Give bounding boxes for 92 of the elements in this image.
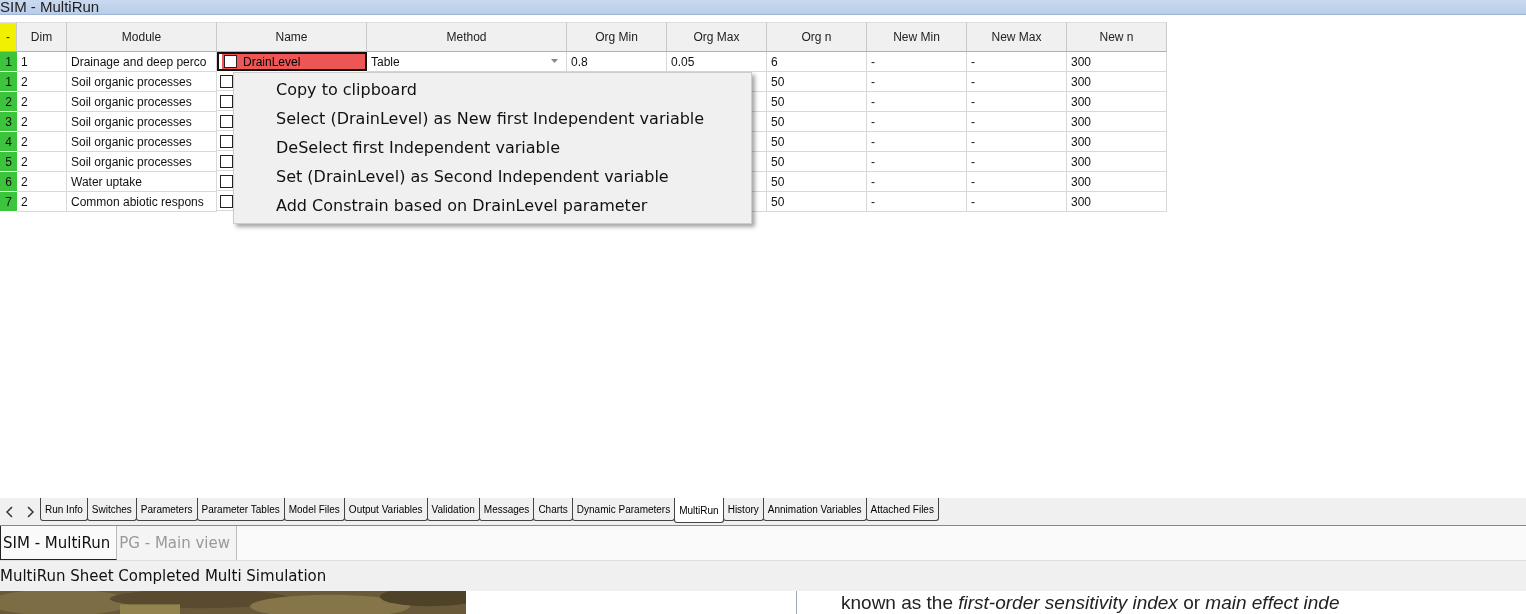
table-cell: Soil organic processes — [67, 72, 217, 92]
table-cell: Drainage and deep perco — [67, 52, 217, 72]
row-number[interactable]: 4 — [0, 132, 17, 152]
sheet-tab[interactable]: Run Info — [40, 498, 88, 521]
table-cell: - — [967, 112, 1067, 132]
row-number[interactable]: 6 — [0, 172, 17, 192]
row-number[interactable]: 1 — [0, 52, 17, 72]
table-cell: - — [867, 112, 967, 132]
table-cell: - — [867, 192, 967, 212]
table-cell: - — [967, 72, 1067, 92]
document-text: known as the first-order sensitivity index or main effect inde — [841, 591, 1340, 614]
table-cell: 300 — [1067, 92, 1167, 112]
table-cell: 50 — [767, 152, 867, 172]
row-number[interactable]: 3 — [0, 112, 17, 132]
row-number[interactable]: 1 — [0, 72, 17, 92]
table-cell: 300 — [1067, 112, 1167, 132]
window-tab[interactable]: SIM - MultiRun — [0, 526, 118, 560]
table-cell: Soil organic processes — [67, 112, 217, 132]
sheet-tab[interactable]: Attached Files — [865, 498, 939, 521]
checkbox[interactable] — [224, 55, 237, 68]
table-cell: 300 — [1067, 52, 1167, 72]
scroll-right-icon[interactable] — [26, 506, 34, 518]
menu-item[interactable]: Select (DrainLevel) as New first Independent variable — [234, 105, 751, 132]
checkbox[interactable] — [220, 114, 233, 128]
checkbox[interactable] — [220, 74, 233, 88]
menu-item[interactable]: DeSelect first Independent variable — [234, 134, 751, 161]
menu-item[interactable]: Set (DrainLevel) as Second Independent variable — [234, 164, 751, 191]
row-number[interactable]: 5 — [0, 152, 17, 172]
table-cell: 2 — [17, 132, 67, 152]
table-cell: - — [967, 172, 1067, 192]
column-header[interactable]: Org Min — [567, 22, 667, 52]
table-cell: 2 — [17, 112, 67, 132]
column-header[interactable]: Module — [67, 22, 217, 52]
table-cell: 300 — [1067, 72, 1167, 92]
row-number[interactable]: 7 — [0, 192, 17, 212]
table-cell: 300 — [1067, 132, 1167, 152]
table-cell: 50 — [767, 172, 867, 192]
table-cell: - — [867, 72, 967, 92]
table-cell: - — [867, 52, 967, 72]
table-cell: Water uptake — [67, 172, 217, 192]
table-cell: 50 — [767, 192, 867, 212]
column-header[interactable]: New Max — [967, 22, 1067, 52]
table-cell: 300 — [1067, 192, 1167, 212]
scroll-left-icon[interactable] — [6, 506, 14, 518]
menu-item[interactable]: Add Constrain based on DrainLevel parameter — [234, 193, 751, 220]
table-cell: Soil organic processes — [67, 152, 217, 172]
menu-item[interactable]: Copy to clipboard — [234, 76, 751, 103]
column-header[interactable]: Dim — [17, 22, 67, 52]
table-cell: - — [867, 132, 967, 152]
checkbox[interactable] — [220, 154, 233, 168]
table-cell: - — [967, 152, 1067, 172]
table-cell: 50 — [767, 112, 867, 132]
table-cell: 300 — [1067, 152, 1167, 172]
table-cell: 6 — [767, 52, 867, 72]
table-cell: Soil organic processes — [67, 92, 217, 112]
table-cell: 50 — [767, 132, 867, 152]
column-header[interactable]: Org Max — [667, 22, 767, 52]
column-header[interactable]: Org n — [767, 22, 867, 52]
table-cell: 1 — [17, 52, 67, 72]
table-cell: 50 — [767, 92, 867, 112]
checkbox[interactable] — [220, 94, 233, 108]
parameter-name: DrainLevel — [243, 54, 301, 69]
window-title: SIM - MultiRun — [0, 0, 100, 14]
table-cell: 300 — [1067, 172, 1167, 192]
row-number[interactable]: 2 — [0, 92, 17, 112]
checkbox[interactable] — [220, 194, 233, 208]
dropdown-caret-icon[interactable] — [551, 59, 558, 63]
column-header[interactable]: Name — [217, 22, 367, 52]
table-cell: Common abiotic respons — [67, 192, 217, 212]
name-cell[interactable]: DrainLevel — [217, 52, 367, 71]
status-bar: MultiRun Sheet Completed Multi Simulation — [0, 561, 1526, 591]
table-cell: - — [967, 92, 1067, 112]
table-cell: - — [967, 132, 1067, 152]
table-cell: 2 — [17, 172, 67, 192]
checkbox[interactable] — [220, 174, 233, 188]
sheet-tab[interactable]: MultiRun — [674, 498, 724, 523]
table-cell: - — [867, 152, 967, 172]
table-cell: 2 — [17, 192, 67, 212]
table-cell: - — [867, 92, 967, 112]
table-cell: 2 — [17, 92, 67, 112]
table-cell: - — [967, 52, 1067, 72]
table-cell: 2 — [17, 72, 67, 92]
column-header[interactable]: New n — [1067, 22, 1167, 52]
table-cell: 50 — [767, 72, 867, 92]
table-cell: 2 — [17, 152, 67, 172]
column-header[interactable]: New Min — [867, 22, 967, 52]
table-cell: - — [967, 192, 1067, 212]
table-cell: - — [867, 172, 967, 192]
table-cell: Soil organic processes — [67, 132, 217, 152]
checkbox[interactable] — [220, 134, 233, 148]
column-header[interactable]: Method — [367, 22, 567, 52]
select-all-corner[interactable]: - — [0, 22, 17, 52]
